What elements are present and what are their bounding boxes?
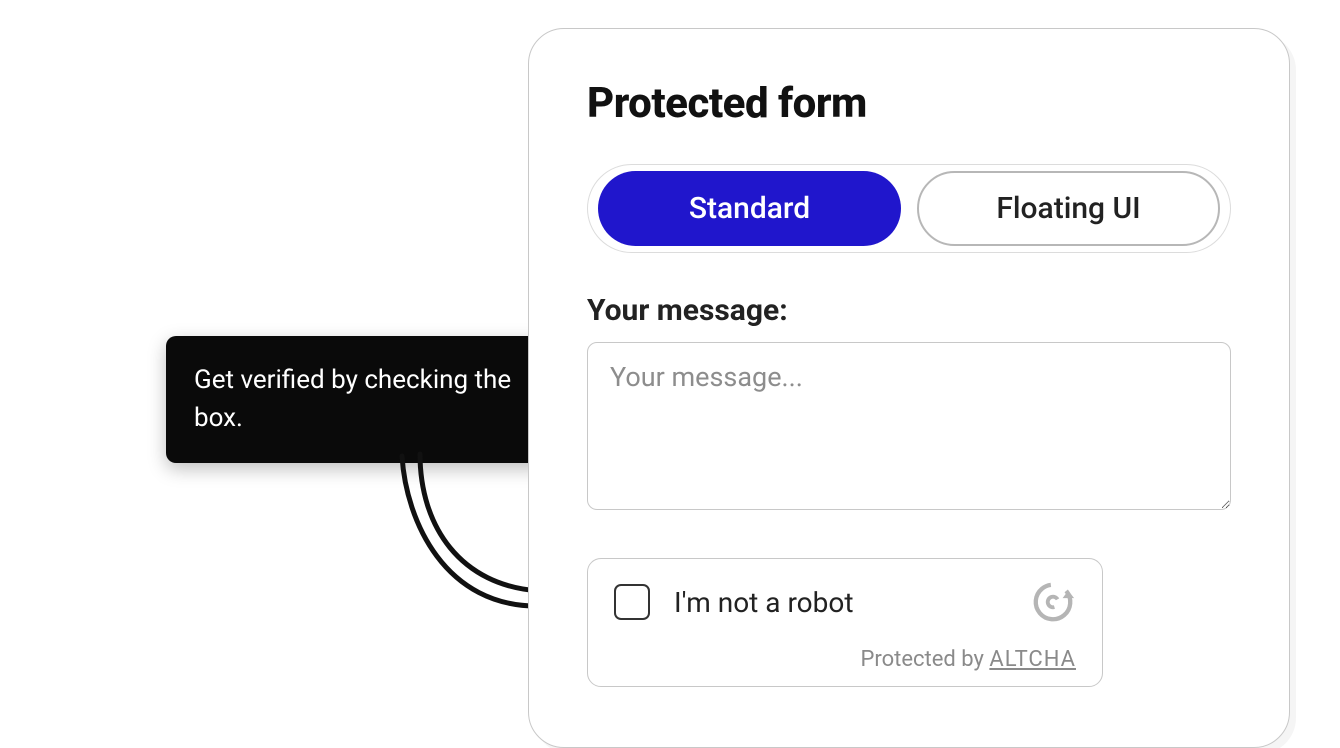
captcha-widget: I'm not a robot Protected by ALTCHA [587,558,1103,687]
tab-floating-ui[interactable]: Floating UI [917,171,1220,246]
captcha-checkbox[interactable] [614,584,650,620]
tab-standard[interactable]: Standard [598,171,901,246]
tab-group: Standard Floating UI [587,164,1231,253]
captcha-row: I'm not a robot [614,579,1076,625]
message-input[interactable] [587,342,1231,510]
captcha-brand-link[interactable]: ALTCHA [989,647,1076,672]
message-label: Your message: [587,293,1231,328]
protected-form-card: Protected form Standard Floating UI Your… [528,28,1290,748]
tab-label: Standard [689,191,810,226]
captcha-label: I'm not a robot [674,586,1006,619]
refresh-icon [1030,579,1076,625]
captcha-footer-prefix: Protected by [860,647,989,672]
tooltip-hint: Get verified by checking the box. [166,336,550,463]
card-title: Protected form [587,79,1231,128]
tab-label: Floating UI [996,191,1140,226]
captcha-footer: Protected by ALTCHA [614,647,1076,672]
tooltip-text: Get verified by checking the box. [194,365,511,433]
